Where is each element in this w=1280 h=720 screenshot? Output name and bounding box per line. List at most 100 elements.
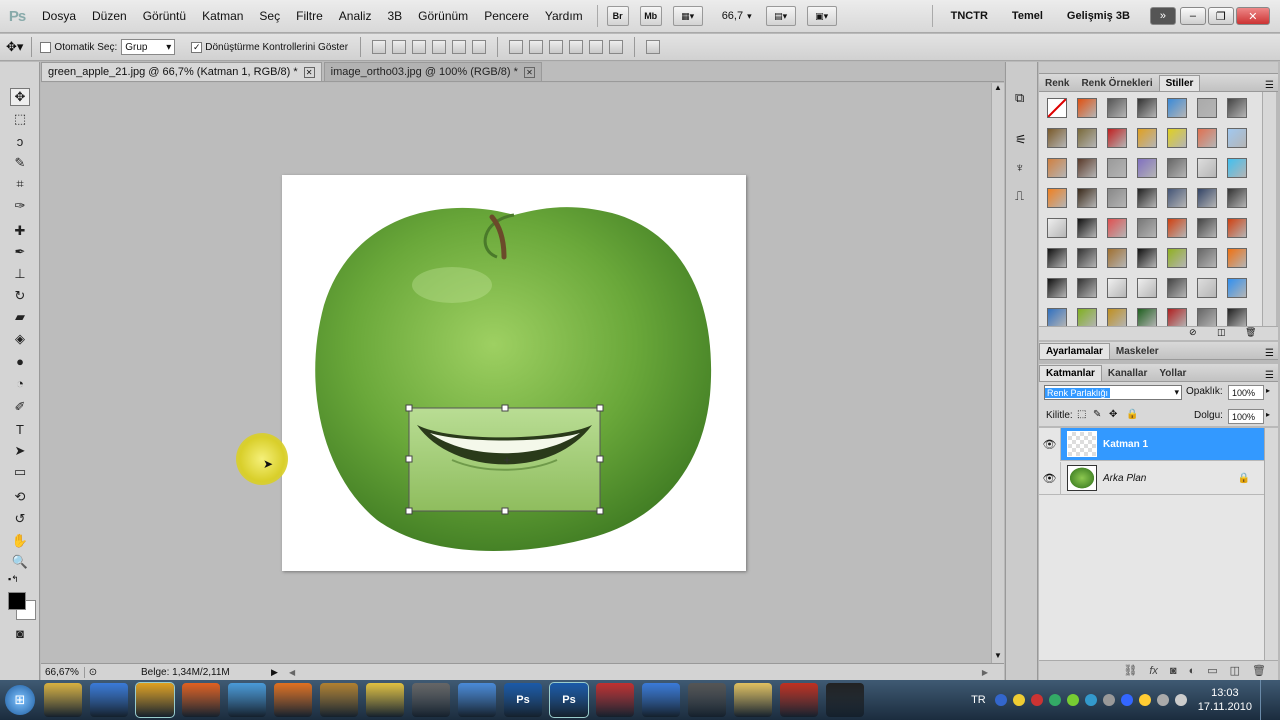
panel-menu-icon[interactable]: ☰ — [1265, 370, 1274, 381]
language-indicator[interactable]: TR — [971, 694, 986, 706]
delete-layer-icon[interactable]: 🗑 — [1252, 664, 1266, 677]
adjustment-layer-icon[interactable]: ◐ — [1189, 665, 1196, 677]
tray-icon[interactable] — [1012, 694, 1025, 706]
zoom-level[interactable]: 66,7 — [722, 10, 743, 22]
visibility-eye-icon[interactable]: 👁 — [1039, 427, 1061, 461]
close-icon[interactable]: ✕ — [303, 66, 315, 78]
hscroll-left-icon[interactable]: ◀ — [289, 668, 295, 677]
style-swatch[interactable] — [1137, 158, 1157, 178]
extras-button[interactable]: ▦▾ — [672, 6, 703, 26]
taskbar-app-icon[interactable] — [90, 683, 128, 717]
taskbar-app-icon[interactable] — [182, 683, 220, 717]
taskbar-app-icon[interactable] — [274, 683, 312, 717]
tab-paths[interactable]: Yollar — [1153, 365, 1192, 381]
style-swatch[interactable] — [1107, 188, 1127, 208]
lock-all-icon[interactable]: 🔒 — [1126, 409, 1138, 420]
style-swatch[interactable] — [1227, 158, 1247, 178]
style-swatch[interactable] — [1197, 248, 1217, 268]
tray-icon[interactable] — [1102, 694, 1115, 706]
tray-icon[interactable] — [1084, 694, 1097, 706]
style-swatch[interactable] — [1227, 308, 1247, 328]
tray-icon[interactable] — [1138, 694, 1151, 706]
style-swatch[interactable] — [1107, 158, 1127, 178]
paint-bucket-tool-icon[interactable]: ◈ — [10, 330, 30, 348]
menu-layer[interactable]: Katman — [194, 9, 251, 23]
style-swatch[interactable] — [1047, 308, 1067, 328]
minimize-button[interactable]: – — [1179, 7, 1206, 25]
volume-icon[interactable] — [1174, 694, 1187, 706]
style-swatch[interactable] — [1047, 128, 1067, 148]
style-swatch[interactable] — [1137, 248, 1157, 268]
taskbar-app-icon[interactable] — [320, 683, 358, 717]
tab-styles[interactable]: Stiller — [1158, 75, 1201, 91]
new-group-icon[interactable]: ▭ — [1207, 664, 1217, 677]
style-swatch[interactable] — [1197, 308, 1217, 328]
style-swatch[interactable] — [1047, 158, 1067, 178]
style-swatch[interactable] — [1137, 128, 1157, 148]
style-swatch[interactable] — [1077, 98, 1097, 118]
opacity-input[interactable]: 100% — [1228, 385, 1264, 400]
workspace-3d[interactable]: Gelişmiş 3B — [1055, 10, 1142, 22]
opacity-slider-arrow-icon[interactable]: ▸ — [1266, 386, 1270, 395]
new-layer-icon[interactable]: ◫ — [1230, 664, 1240, 677]
arrange-documents-button[interactable]: ▤▾ — [765, 6, 796, 26]
healing-brush-tool-icon[interactable]: ✚ — [10, 222, 30, 240]
taskbar-app-icon[interactable] — [412, 683, 450, 717]
distribute-right-icon[interactable] — [609, 40, 624, 54]
taskbar-app-icon[interactable]: Ps — [504, 683, 542, 717]
start-button[interactable]: ⊞ — [0, 680, 40, 720]
style-swatch[interactable] — [1077, 128, 1097, 148]
scroll-down-icon[interactable]: ▼ — [992, 651, 1004, 663]
style-swatch[interactable] — [1047, 188, 1067, 208]
style-swatch[interactable] — [1137, 278, 1157, 298]
taskbar-app-icon[interactable] — [44, 683, 82, 717]
taskbar-app-icon[interactable] — [780, 683, 818, 717]
tab-masks[interactable]: Maskeler — [1110, 343, 1165, 359]
tab-swatches[interactable]: Renk Örnekleri — [1075, 75, 1158, 91]
taskbar-app-icon[interactable] — [135, 682, 175, 718]
zoom-tool-icon[interactable]: 🔍 — [10, 553, 30, 571]
lock-transparency-icon[interactable]: ⬚ — [1077, 409, 1086, 420]
history-brush-tool-icon[interactable]: ↻ — [10, 287, 30, 305]
shape-tool-icon[interactable]: ▭ — [10, 463, 30, 481]
quick-mask-icon[interactable]: ◙ — [10, 624, 30, 642]
style-swatch[interactable] — [1197, 188, 1217, 208]
workspace-tnctr[interactable]: TNCTR — [939, 10, 1000, 22]
zoom-dropdown-icon[interactable]: ▾ — [747, 11, 752, 22]
quick-select-tool-icon[interactable]: ✎ — [10, 154, 30, 172]
tray-icon[interactable] — [1066, 694, 1079, 706]
canvas-area[interactable]: ➤ — [41, 83, 991, 663]
visibility-eye-icon[interactable]: 👁 — [1039, 461, 1061, 495]
panel-menu-icon[interactable]: ☰ — [1265, 348, 1274, 359]
foreground-color-swatch[interactable] — [8, 592, 26, 610]
hscroll-right-icon[interactable]: ▶ — [982, 668, 988, 677]
distribute-bottom-icon[interactable] — [549, 40, 564, 54]
close-button[interactable]: ✕ — [1235, 7, 1270, 25]
vertical-scrollbar[interactable]: ▲ ▼ — [991, 83, 1004, 663]
style-swatch[interactable] — [1227, 188, 1247, 208]
clock[interactable]: 13:03 17.11.2010 — [1198, 686, 1252, 714]
style-swatch[interactable] — [1137, 188, 1157, 208]
style-swatch[interactable] — [1167, 218, 1187, 238]
style-swatch[interactable] — [1227, 248, 1247, 268]
style-swatch[interactable] — [1077, 158, 1097, 178]
menu-filter[interactable]: Filtre — [288, 9, 331, 23]
style-swatch[interactable] — [1167, 128, 1187, 148]
delete-style-icon[interactable]: 🗑 — [1245, 327, 1256, 338]
style-swatch[interactable] — [1107, 128, 1127, 148]
brush-tool-icon[interactable]: ✒ — [10, 243, 30, 261]
close-icon[interactable]: ✕ — [523, 66, 535, 78]
3d-rotate-tool-icon[interactable]: ⟲ — [10, 488, 30, 506]
auto-select-checkbox[interactable] — [40, 41, 52, 53]
menu-help[interactable]: Yardım — [537, 9, 591, 23]
style-swatch[interactable] — [1077, 218, 1097, 238]
style-swatch[interactable] — [1077, 278, 1097, 298]
new-style-icon[interactable]: ◫ — [1217, 327, 1226, 338]
style-swatch[interactable] — [1197, 158, 1217, 178]
style-swatch[interactable] — [1107, 308, 1127, 328]
style-swatch[interactable] — [1167, 278, 1187, 298]
restore-button[interactable]: ❐ — [1207, 7, 1234, 25]
history-panel-icon[interactable]: ⧉ — [1015, 90, 1024, 106]
align-bottom-icon[interactable] — [412, 40, 427, 54]
hand-tool-icon[interactable]: ✋ — [10, 532, 30, 550]
